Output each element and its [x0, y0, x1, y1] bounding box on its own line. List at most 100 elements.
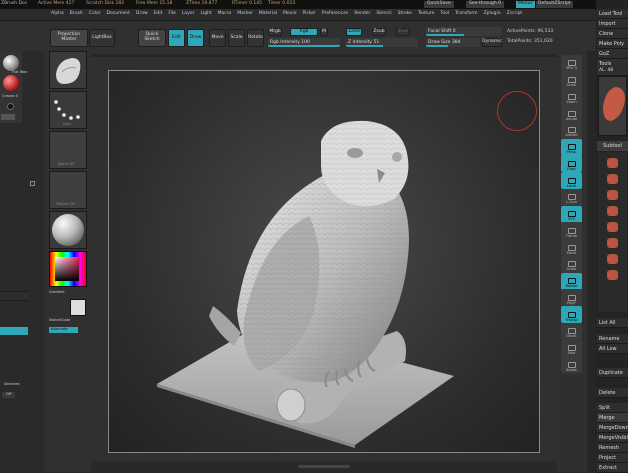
rotate-button[interactable]: Rotate — [247, 29, 264, 47]
brush-sphere-icon[interactable] — [3, 55, 19, 71]
menu-item[interactable]: Light — [197, 11, 214, 17]
off-button[interactable]: Off — [2, 392, 16, 398]
delete-button[interactable]: Delete — [597, 388, 628, 398]
shelf-button[interactable]: Scroll — [561, 71, 582, 89]
scroll-icon[interactable] — [30, 181, 35, 186]
scale-button[interactable]: Scale — [228, 29, 245, 47]
subtool-item-icon[interactable] — [607, 158, 618, 168]
load-tool-button[interactable]: Load Tool — [597, 9, 628, 19]
menu-item[interactable]: Zscript — [504, 11, 526, 17]
goz-button[interactable]: GoZ — [597, 49, 628, 59]
mergedown-button[interactable]: MergeDown — [597, 423, 628, 433]
subtool-item-icon[interactable] — [607, 222, 618, 232]
zcut-button[interactable]: Zcut — [396, 28, 410, 36]
menu-item[interactable]: Alpha — [48, 11, 67, 17]
menu-item[interactable]: Stroke — [395, 11, 415, 17]
rgb-button[interactable]: Rgb — [290, 28, 318, 36]
project-button[interactable]: Project — [597, 453, 628, 463]
subtool-item-icon[interactable] — [607, 270, 618, 280]
m-button[interactable]: M — [320, 28, 328, 36]
menu-item[interactable]: Layer — [179, 11, 198, 17]
brush-thumbnail[interactable] — [49, 51, 87, 89]
remesh-button[interactable]: Remesh — [597, 443, 628, 453]
alternate-toggle[interactable]: Alternate — [49, 327, 78, 333]
subtool-item-icon[interactable] — [607, 254, 618, 264]
edit-button[interactable]: Edit — [168, 29, 185, 47]
menu-item[interactable]: Render — [351, 11, 373, 17]
menu-item[interactable]: Marker — [234, 11, 256, 17]
menu-item[interactable]: Color — [86, 11, 104, 17]
quick-sketch-button[interactable]: Quick Sketch — [138, 29, 166, 47]
menu-item[interactable]: Preferences — [319, 11, 351, 17]
subtool-item-icon[interactable] — [607, 174, 618, 184]
switchcolor-label[interactable]: SwitchColor — [49, 318, 70, 323]
texture-thumbnail[interactable]: Texture Off — [49, 171, 87, 209]
subtool-item-icon[interactable] — [607, 190, 618, 200]
shelf-button[interactable]: L.Sym — [561, 188, 582, 206]
quicksave-button[interactable]: QuickSave — [424, 1, 454, 8]
shelf-button[interactable]: Solo — [561, 339, 582, 357]
stroke-thumbnail[interactable]: Dots — [49, 91, 87, 129]
menu-item[interactable]: Tool — [437, 11, 452, 17]
clone-button[interactable]: Clone — [597, 29, 628, 39]
menu-item[interactable]: Brush — [67, 11, 86, 17]
menu-item[interactable]: Edit — [151, 11, 166, 17]
zsub-button[interactable]: Zsub — [372, 28, 386, 36]
material-thumbnail[interactable] — [49, 211, 87, 249]
subtool-list[interactable] — [598, 152, 627, 312]
make-poly-button[interactable]: Make Poly — [597, 39, 628, 49]
shelf-button[interactable]: PolyF — [561, 289, 582, 307]
all-low-button[interactable]: All Low — [597, 344, 628, 354]
menu-item[interactable]: Stencil — [373, 11, 394, 17]
owl-sculpt-model[interactable] — [109, 71, 541, 454]
projection-master-button[interactable]: Projection Master — [50, 29, 88, 47]
mrgb-button[interactable]: Mrgb — [268, 28, 282, 36]
shelf-button[interactable]: Persp — [561, 138, 582, 156]
left-slot[interactable] — [0, 291, 28, 301]
menu-item[interactable]: Picker — [299, 11, 318, 17]
menu-item[interactable]: Draw — [133, 11, 151, 17]
subtool-item-icon[interactable] — [607, 206, 618, 216]
3d-viewport[interactable] — [108, 70, 540, 453]
menu-item[interactable]: Movie — [280, 11, 299, 17]
shelf-button[interactable]: Actual — [561, 105, 582, 123]
rgb-intensity-slider[interactable]: Rgb Intensity 100 — [268, 38, 340, 47]
dynamic-button[interactable]: Dynamic — [482, 38, 502, 47]
shelf-button[interactable]: Xpose — [561, 356, 582, 374]
left-active-slot[interactable] — [0, 327, 28, 335]
shelf-button[interactable]: Move — [561, 239, 582, 257]
duplicate-button[interactable]: Duplicate — [597, 368, 628, 378]
shelf-button[interactable]: Ghost — [561, 322, 582, 340]
draw-size-slider[interactable]: Draw Size 384 — [426, 38, 480, 47]
menu-item[interactable]: Texture — [415, 11, 437, 17]
lightbox-button[interactable]: LightBox — [89, 29, 115, 47]
shelf-button[interactable]: Transp — [561, 306, 582, 324]
merge-button[interactable]: Merge — [597, 413, 628, 423]
shelf-button[interactable]: Scale — [561, 255, 582, 273]
menu-item[interactable]: Document — [104, 11, 133, 17]
shelf-button[interactable]: Local — [561, 172, 582, 190]
z-intensity-slider[interactable]: Z Intensity 51 — [346, 38, 418, 47]
shelf-button[interactable]: Zoom — [561, 88, 582, 106]
list-all-button[interactable]: List All — [597, 318, 628, 328]
stroke-dot-icon[interactable] — [7, 103, 14, 110]
default-zscript-button[interactable]: DefaultZScript — [536, 1, 573, 8]
shelf-button[interactable]: SPix 3 — [561, 55, 582, 72]
move-button[interactable]: Move — [209, 29, 226, 47]
menu-item[interactable]: File — [165, 11, 179, 17]
rename-button[interactable]: Rename — [597, 334, 628, 344]
shelf-button[interactable]: Frame — [561, 222, 582, 240]
draw-button[interactable]: Draw — [187, 29, 204, 47]
subtool-header[interactable]: Subtool — [597, 141, 628, 151]
shelf-button[interactable]: AAHalf — [561, 121, 582, 139]
split-button[interactable]: Split — [597, 403, 628, 413]
swatch-chip[interactable] — [1, 114, 15, 120]
subtool-item-icon[interactable] — [607, 238, 618, 248]
menu-item[interactable]: Transform — [452, 11, 480, 17]
secondary-color-swatch[interactable] — [70, 299, 86, 316]
import-button[interactable]: Import — [597, 19, 628, 29]
shelf-button[interactable]: XYZ — [561, 205, 582, 223]
bottom-scroll-handle[interactable] — [298, 465, 350, 468]
shelf-button[interactable]: Rotate — [561, 272, 582, 290]
menu-item[interactable]: Material — [256, 11, 280, 17]
